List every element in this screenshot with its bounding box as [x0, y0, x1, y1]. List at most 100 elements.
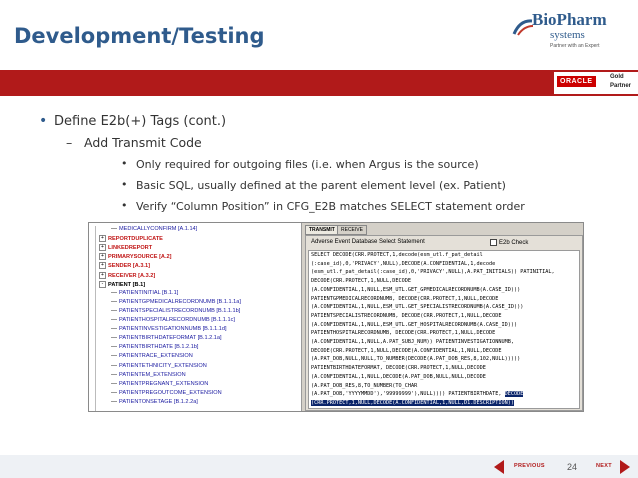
tree-item[interactable]: + LINKEDREPORT	[99, 244, 153, 252]
sql-line: PATIENTHOSPITALRECORDNUMB, DECODE(CRR.PR…	[311, 330, 496, 337]
tree-item[interactable]: PATIENTINITIAL [B.1.1]	[111, 290, 178, 296]
sql-line: PATIENTBIRTHDATEFORMAT, DECODE(CRR.PROTE…	[311, 365, 486, 372]
sql-line: (CRR.PROTECT,1,NULL,DECODE(A.CONFIDENTIA…	[309, 399, 579, 408]
tree-item-label: PRIMARYSOURCE [A.2]	[108, 254, 172, 261]
oracle-gold-partner-badge: ORACLE Gold Partner	[554, 72, 638, 94]
bullet-level1: • Define E2b(+) Tags (cont.)	[39, 113, 227, 129]
tree-item-label: PATIENTBIRTHDATEFORMAT [B.1.2.1a]	[119, 335, 222, 342]
tree-leaf-connector	[111, 309, 117, 311]
tree-item[interactable]: + SENDER [A.3.1]	[99, 262, 150, 270]
logo-systems: systems	[550, 29, 585, 41]
next-arrow-icon[interactable]	[620, 460, 630, 474]
tree-item-label: PATIENTPREGNANT_EXTENSION	[119, 380, 209, 387]
tree-item[interactable]: MEDICALLYCONFIRM [A.1.14]	[111, 226, 197, 232]
tree-leaf-connector	[111, 291, 117, 293]
tree-item[interactable]: - PATIENT [B.1]	[99, 280, 146, 288]
tree-item[interactable]: + PRIMARYSOURCE [A.2]	[99, 253, 172, 261]
tree-item-label: SENDER [A.3.1]	[108, 263, 150, 270]
sql-line: (A.CONFIDENTIAL,1,NULL,DECODE(A.PAT_DOB,…	[311, 373, 486, 380]
header-red-bar	[0, 70, 638, 96]
tree-item[interactable]: PATIENTBIRTHDATEFORMAT [B.1.2.1a]	[111, 335, 222, 341]
sql-line: (A.PAT_DOB_RES,8,TO_NUMBER(TO_CHAR	[311, 382, 418, 389]
bullet-level3-item: • Basic SQL, usually defined at the paren…	[121, 178, 506, 192]
e2b-check-checkbox[interactable]: E2b Check	[490, 239, 528, 246]
page-number: 24	[567, 462, 578, 472]
tree-leaf-connector	[111, 337, 117, 339]
tree-item[interactable]: PATIENTEM_EXTENSION	[111, 372, 186, 378]
biopharm-logo: BioPharm systems Partner with an Expert	[510, 10, 630, 58]
next-button[interactable]: NEXT	[596, 463, 612, 469]
expand-icon[interactable]: +	[99, 253, 106, 261]
bullet-level3-item: • Only required for outgoing files (i.e. …	[121, 157, 479, 171]
panel-header: Adverse Event Database Select Statement	[311, 239, 425, 245]
tree-item[interactable]: PATIENTGPMEDICALRECORDNUMB [B.1.1.1a]	[111, 299, 241, 305]
sql-line: DECODE(CRR.PROTECT,1,NULL,DECODE	[311, 278, 411, 285]
select-statement-panel: Adverse Event Database Select Statement …	[305, 235, 583, 411]
sql-line: (A.CONFIDENTIAL,1,NULL,A.PAT_SUBJ_NUM)) …	[311, 339, 515, 346]
tree-item[interactable]: PATIENTPREGOUTCOME_EXTENSION	[111, 390, 222, 396]
bullet-dot-icon: •	[39, 113, 48, 129]
tree-leaf-connector	[111, 328, 117, 330]
sql-line: SELECT DECODE(CRR.PROTECT,1,decode(esm_u…	[311, 252, 483, 258]
previous-arrow-icon[interactable]	[494, 460, 504, 474]
logo-tagline: Partner with an Expert	[550, 43, 600, 49]
sql-textarea[interactable]: SELECT DECODE(CRR.PROTECT,1,decode(esm_u…	[308, 250, 580, 409]
tree-leaf-connector	[111, 382, 117, 384]
sql-line: (A.CONFIDENTIAL,1,NULL,ESM_UTL.GET_SPECI…	[311, 304, 524, 311]
tree-leaf-connector	[111, 355, 117, 357]
tree-item-label: RECEIVER [A.3.2]	[108, 272, 156, 279]
tree-item[interactable]: PATIENTONSETAGE [B.1.2.2a]	[111, 399, 198, 405]
bullet-level2: – Add Transmit Code	[66, 135, 202, 150]
tree-leaf-connector	[111, 300, 117, 302]
sql-line: (esm_utl.f_pat_detail(:case_id),0,'PRIVA…	[311, 269, 555, 276]
sql-line: (A.PAT_DOB,'YYYYMMDD'),'99999999'),NULL)…	[311, 391, 524, 398]
checkbox-icon	[490, 239, 497, 246]
tree-item[interactable]: PATIENTHOSPITALRECORDNUMB [B.1.1.1c]	[111, 317, 235, 323]
tab-transmit[interactable]: TRANSMIT	[305, 225, 339, 235]
tab-receive[interactable]: RECEIVE	[337, 225, 367, 235]
tree-item-label: PATIENTHOSPITALRECORDNUMB [B.1.1.1c]	[119, 317, 235, 323]
oracle-logo: ORACLE	[557, 76, 596, 87]
tree-item[interactable]: + RECEIVER [A.3.2]	[99, 271, 156, 279]
tree-item[interactable]: PATIENTSPECIALISTRECORDNUMB [B.1.1.1b]	[111, 308, 240, 314]
e2b-element-tree[interactable]: MEDICALLYCONFIRM [A.1.14] + REPORTDUPLICAT…	[89, 223, 302, 411]
tree-leaf-connector	[111, 228, 117, 230]
tree-item-label: LINKEDREPORT	[108, 245, 153, 252]
sql-line: PATIENTGPMEDICALRECORDNUMB, DECODE(CRR.P…	[311, 295, 499, 302]
tree-item-label: PATIENTETHNICITY_EXTENSION	[119, 362, 207, 369]
tree-leaf-connector	[111, 346, 117, 348]
slide-title: Development/Testing	[14, 24, 265, 48]
tree-item-label: PATIENTPREGOUTCOME_EXTENSION	[119, 389, 222, 396]
tree-leaf-connector	[111, 373, 117, 375]
tree-item[interactable]: PATIENTRACE_EXTENSION	[111, 353, 193, 359]
logo-swoosh-icon	[512, 19, 534, 36]
tree-item[interactable]: PATIENTETHNICITY_EXTENSION	[111, 363, 207, 369]
tree-item[interactable]: PATIENTBIRTHDATE [B.1.2.1b]	[111, 344, 198, 350]
tree-item-label: PATIENTRACE_EXTENSION	[119, 353, 193, 360]
previous-button[interactable]: PREVIOUS	[514, 463, 545, 469]
gold-partner-label: Gold Partner	[610, 74, 632, 89]
collapse-icon[interactable]: -	[99, 280, 106, 288]
tree-leaf-connector	[111, 364, 117, 366]
expand-icon[interactable]: +	[99, 235, 106, 243]
tree-item[interactable]: + REPORTDUPLICATE	[99, 235, 163, 243]
bullet-level3-item: • Verify “Column Position” in CFG_E2B mat…	[121, 199, 525, 213]
tree-item-label: PATIENTONSETAGE [B.1.2.2a]	[119, 398, 198, 405]
tree-item[interactable]: PATIENTINVESTIGATIONNUMB [B.1.1.1d]	[111, 326, 227, 332]
expand-icon[interactable]: +	[99, 271, 106, 279]
tree-item-label: PATIENTINVESTIGATIONNUMB [B.1.1.1d]	[119, 326, 227, 333]
tree-leaf-connector	[111, 319, 117, 321]
tree-item-label: PATIENTEM_EXTENSION	[119, 371, 186, 378]
expand-icon[interactable]: +	[99, 244, 106, 252]
tree-item[interactable]: PATIENTPREGNANT_EXTENSION	[111, 381, 208, 387]
tree-item-label: MEDICALLYCONFIRM [A.1.14]	[119, 226, 198, 232]
tree-item-label: PATIENTINITIAL [B.1.1]	[119, 289, 179, 296]
sql-line: PATIENTRACE_EXTENSION, DECODE(CRR.PROTEC…	[309, 408, 579, 409]
expand-icon[interactable]: +	[99, 262, 106, 270]
sql-line: DECODE(CRR.PROTECT,1,NULL,DECODE(A.CONFI…	[311, 347, 502, 354]
argus-config-screenshot: MEDICALLYCONFIRM [A.1.14] + REPORTDUPLICAT…	[88, 222, 584, 412]
tree-item-label: PATIENT [B.1]	[108, 281, 146, 288]
sql-line: (A.CONFIDENTIAL,1,NULL,ESM_UTL.GET_GPMED…	[311, 286, 521, 293]
bullet-dash-icon: –	[66, 135, 73, 150]
logo-brand: BioPharm	[532, 10, 607, 29]
